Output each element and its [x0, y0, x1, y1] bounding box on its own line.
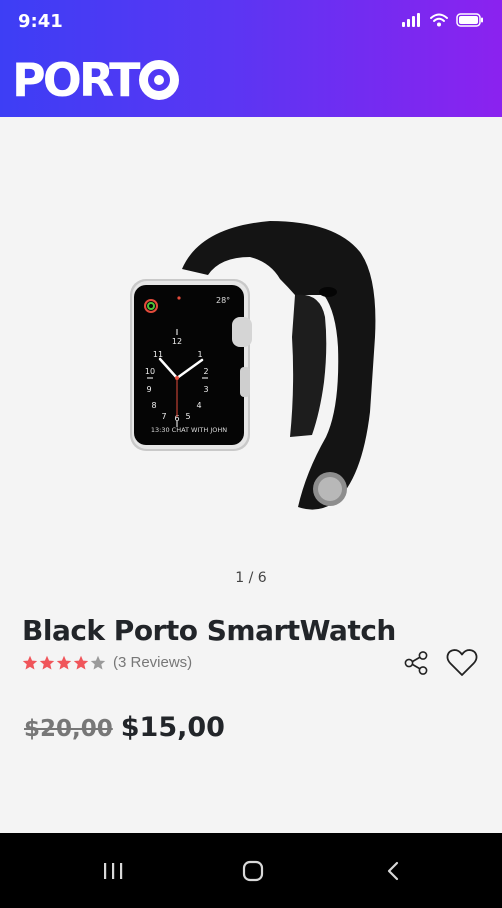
- recent-apps-button[interactable]: [93, 851, 133, 891]
- logo-o-icon: [138, 60, 179, 100]
- battery-icon: [456, 13, 483, 27]
- heart-icon[interactable]: [446, 648, 478, 678]
- old-price: $20,00: [24, 716, 113, 742]
- svg-text:2: 2: [203, 367, 208, 376]
- svg-text:3: 3: [203, 385, 208, 394]
- app-header: 9:41 PORT: [0, 0, 502, 117]
- home-icon: [242, 860, 264, 882]
- star-icon: [22, 655, 38, 670]
- home-button[interactable]: [233, 851, 273, 891]
- wifi-icon: [430, 13, 448, 27]
- svg-text:8: 8: [151, 401, 156, 410]
- svg-text:10: 10: [145, 367, 155, 376]
- recent-apps-icon: [104, 863, 123, 879]
- product-title: Black Porto SmartWatch: [22, 614, 396, 647]
- star-icon: [90, 655, 106, 670]
- back-icon: [387, 861, 399, 881]
- star-icon: [39, 655, 55, 670]
- watch-bottom-text: 13:30 CHAT WITH JOHN: [151, 426, 227, 434]
- porto-logo[interactable]: PORT: [12, 53, 179, 107]
- new-price: $15,00: [120, 712, 225, 743]
- back-button[interactable]: [373, 851, 413, 891]
- product-rating: (3 Reviews): [22, 654, 192, 671]
- svg-text:11: 11: [153, 350, 163, 359]
- status-icons: [402, 13, 484, 27]
- star-icon: [73, 655, 89, 670]
- logo-text: PORT: [12, 53, 141, 107]
- watch-complication: 28°: [216, 296, 230, 305]
- gallery-counter: 1 / 6: [235, 570, 267, 586]
- svg-text:4: 4: [196, 401, 201, 410]
- android-nav-bar: [0, 833, 502, 908]
- product-gallery[interactable]: 28° 12 1 2 3 4 5 6 7 8 9 10 11 13:30 CHA…: [0, 117, 502, 597]
- star-icon: [56, 655, 72, 670]
- signal-icon: [402, 13, 420, 27]
- svg-text:5: 5: [185, 412, 190, 421]
- rating-stars: [22, 655, 106, 671]
- svg-text:9: 9: [146, 385, 151, 394]
- svg-text:1: 1: [197, 350, 202, 359]
- svg-text:12: 12: [172, 337, 182, 346]
- status-time: 9:41: [18, 11, 63, 32]
- svg-text:7: 7: [161, 412, 166, 421]
- reviews-link[interactable]: (3 Reviews): [113, 654, 192, 671]
- price-box: $20,00 $15,00: [24, 712, 225, 743]
- status-bar: 9:41: [0, 0, 502, 44]
- share-icon[interactable]: [402, 649, 430, 677]
- smartwatch-image: 28° 12 1 2 3 4 5 6 7 8 9 10 11 13:30 CHA…: [130, 221, 376, 510]
